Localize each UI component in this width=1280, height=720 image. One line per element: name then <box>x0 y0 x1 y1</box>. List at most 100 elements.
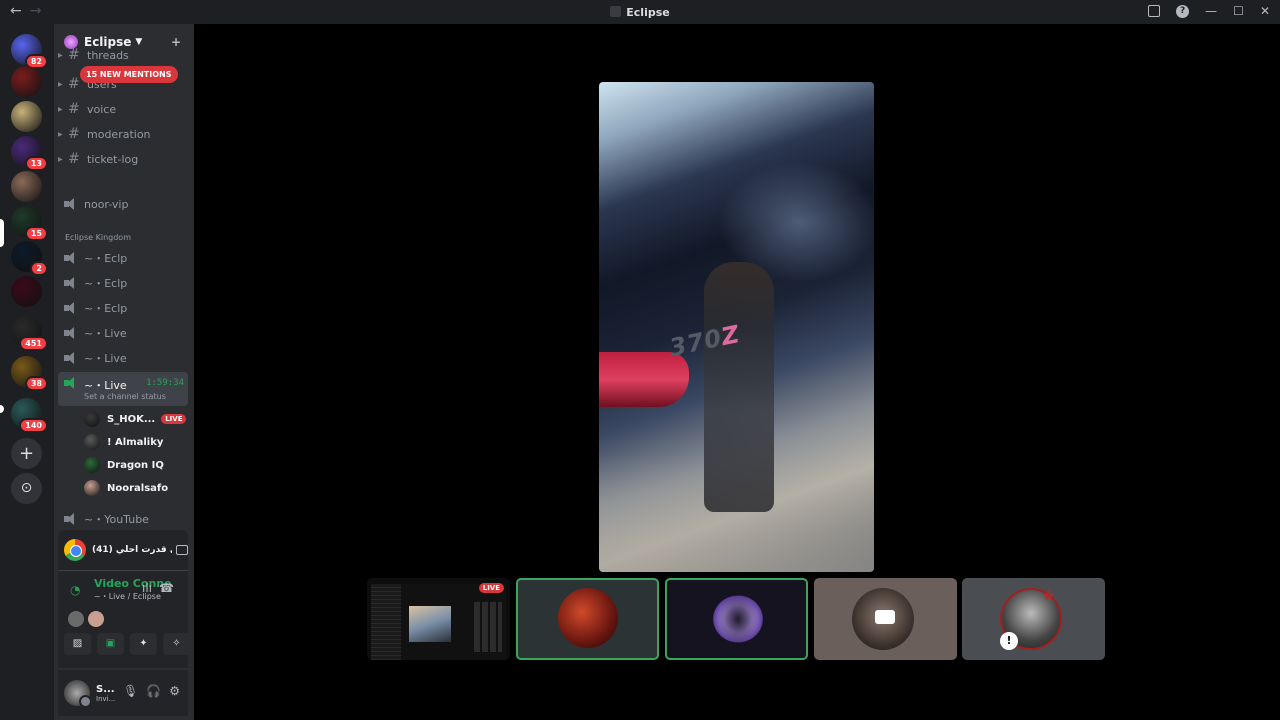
add-server-icon[interactable]: + <box>11 438 42 469</box>
mention-badge: 38 <box>24 376 48 391</box>
mention-badge: 2 <box>30 261 48 276</box>
preview-sidebar <box>371 584 401 660</box>
category-eclipse-kingdom[interactable]: Eclipse Kingdom <box>65 233 131 242</box>
stream-tile-screenshare[interactable]: LIVE <box>367 578 510 660</box>
add-member-icon[interactable]: + <box>171 35 184 49</box>
server-avatar <box>11 276 42 307</box>
voice-channel[interactable]: ~・Eclp <box>58 247 188 269</box>
unread-indicator <box>0 405 4 413</box>
participant-tile[interactable]: ! ✯ <box>962 578 1105 660</box>
voice-user-name: S_HOK... <box>107 413 156 425</box>
text-channel[interactable]: ▶ # moderation <box>58 123 188 145</box>
text-channel[interactable]: ▶ # ticket-log <box>58 148 188 170</box>
voice-user[interactable]: Nooralsafo <box>84 477 188 499</box>
expand-arrow-icon: ▶ <box>58 130 63 138</box>
screen-share-icon[interactable]: ▣ <box>97 633 124 655</box>
speaker-icon <box>64 198 78 210</box>
hash-icon: # <box>68 126 80 142</box>
server-icon-server-9[interactable]: 38 <box>11 356 48 391</box>
hash-icon: # <box>68 101 80 117</box>
voice-user[interactable]: S_HOK... LIVE <box>84 408 188 430</box>
voice-channel[interactable]: ~・Live <box>58 322 188 344</box>
avatar <box>558 588 618 648</box>
video-reflection <box>704 262 774 512</box>
activity-panel[interactable]: (41) ذني الي قدرت احلي... <box>58 530 188 570</box>
activities-icon[interactable]: ✦ <box>130 633 157 655</box>
participant-tile[interactable] <box>814 578 957 660</box>
chrome-icon <box>64 539 86 561</box>
avatar <box>84 434 100 450</box>
inbox-icon[interactable] <box>1148 5 1161 17</box>
server-icon-server-1[interactable] <box>11 66 42 97</box>
channel-status[interactable]: Set a channel status <box>84 392 166 401</box>
voice-user[interactable]: Dragon IQ <box>84 454 188 476</box>
stop-stream-icon[interactable] <box>176 545 188 555</box>
help-icon[interactable]: ? <box>1176 4 1190 18</box>
camera-off-icon[interactable]: ▨ <box>64 633 91 655</box>
text-channel[interactable]: ▶ # threads <box>58 47 188 63</box>
selected-server-indicator <box>0 219 4 247</box>
server-icon-server-6[interactable]: 2 <box>11 241 48 276</box>
user-panel: S... Invi... 🎙 🎧 ⚙ <box>58 670 188 716</box>
live-badge: LIVE <box>478 583 504 593</box>
soundboard-icon[interactable]: ✧ <box>163 633 190 655</box>
preview-grid <box>474 602 502 652</box>
voice-user-name: Nooralsafo <box>107 482 169 494</box>
user-name[interactable]: S... <box>96 684 116 695</box>
main-video-stream[interactable]: 370Z <box>599 82 874 572</box>
server-list: 82 13 15 2 451 38 140 + ⊙ <box>0 24 54 720</box>
explore-icon[interactable]: ⊙ <box>11 473 42 504</box>
speaker-icon <box>64 352 78 364</box>
server-avatar <box>11 101 42 132</box>
disconnect-icon[interactable]: ☎ <box>159 581 174 595</box>
maximize-button[interactable]: ☐ <box>1233 4 1244 18</box>
speaker-icon <box>64 302 78 314</box>
stream-preview <box>371 584 506 660</box>
server-icon-server-4[interactable] <box>11 171 42 202</box>
voice-user[interactable]: ! Almaliky <box>84 431 188 453</box>
voice-channel[interactable]: ~・Eclp <box>58 272 188 294</box>
voice-channel-active[interactable]: ~・Live 1:59:34 Set a channel status <box>58 372 188 406</box>
avatar <box>88 611 104 627</box>
server-icon-server-8[interactable]: 451 <box>11 316 48 351</box>
server-icon-server-10[interactable]: 140 <box>11 398 48 433</box>
new-mentions-badge[interactable]: 15 NEW MENTIONS <box>80 66 178 83</box>
avatar <box>84 480 100 496</box>
voice-channel[interactable]: ~・Eclp <box>58 297 188 319</box>
participant-tile[interactable] <box>665 578 808 660</box>
voice-connection-panel: ◔ Video Connected ~・Live / Eclipse ılı ☎… <box>58 570 190 668</box>
voice-channel-youtube[interactable]: ~・YouTube <box>58 508 188 530</box>
app-icon <box>610 6 622 17</box>
speaker-icon <box>64 252 78 264</box>
voice-user-name: ! Almaliky <box>107 436 164 448</box>
user-avatar[interactable] <box>64 680 92 708</box>
preview-image <box>409 606 451 642</box>
server-icon-server-3[interactable]: 13 <box>11 136 48 171</box>
avatar <box>68 611 84 627</box>
voice-channel[interactable]: noor-vip <box>58 193 188 215</box>
avatar <box>703 586 773 652</box>
server-avatar <box>11 66 42 97</box>
text-channel[interactable]: ▶ # voice <box>58 98 188 120</box>
microphone-icon[interactable]: 🎙 <box>123 684 138 698</box>
activity-text: (41) ذني الي قدرت احلي... <box>92 545 172 555</box>
server-icon-server-7[interactable] <box>11 276 42 307</box>
headphones-icon[interactable]: 🎧 <box>146 684 161 698</box>
hash-icon: # <box>68 47 80 63</box>
user-status: Invi... <box>96 694 116 703</box>
server-icon-discord-home[interactable]: 82 <box>11 34 48 69</box>
noise-suppression-icon[interactable]: ılı <box>142 581 152 595</box>
minimize-button[interactable]: — <box>1205 4 1217 18</box>
close-button[interactable]: ✕ <box>1260 4 1270 18</box>
mention-badge: 15 <box>24 226 48 241</box>
chevron-down-icon: ▼ <box>135 37 143 47</box>
server-icon-server-2[interactable] <box>11 101 42 132</box>
server-icon-server-5[interactable]: 15 <box>11 206 48 241</box>
settings-gear-icon[interactable]: ⚙ <box>169 684 180 698</box>
voice-channel[interactable]: ~・Live <box>58 347 188 369</box>
avatar <box>84 457 100 473</box>
signal-icon[interactable]: ◔ <box>70 583 80 597</box>
participant-tile[interactable] <box>516 578 659 660</box>
hash-icon: # <box>68 151 80 167</box>
speaker-icon <box>64 327 78 339</box>
